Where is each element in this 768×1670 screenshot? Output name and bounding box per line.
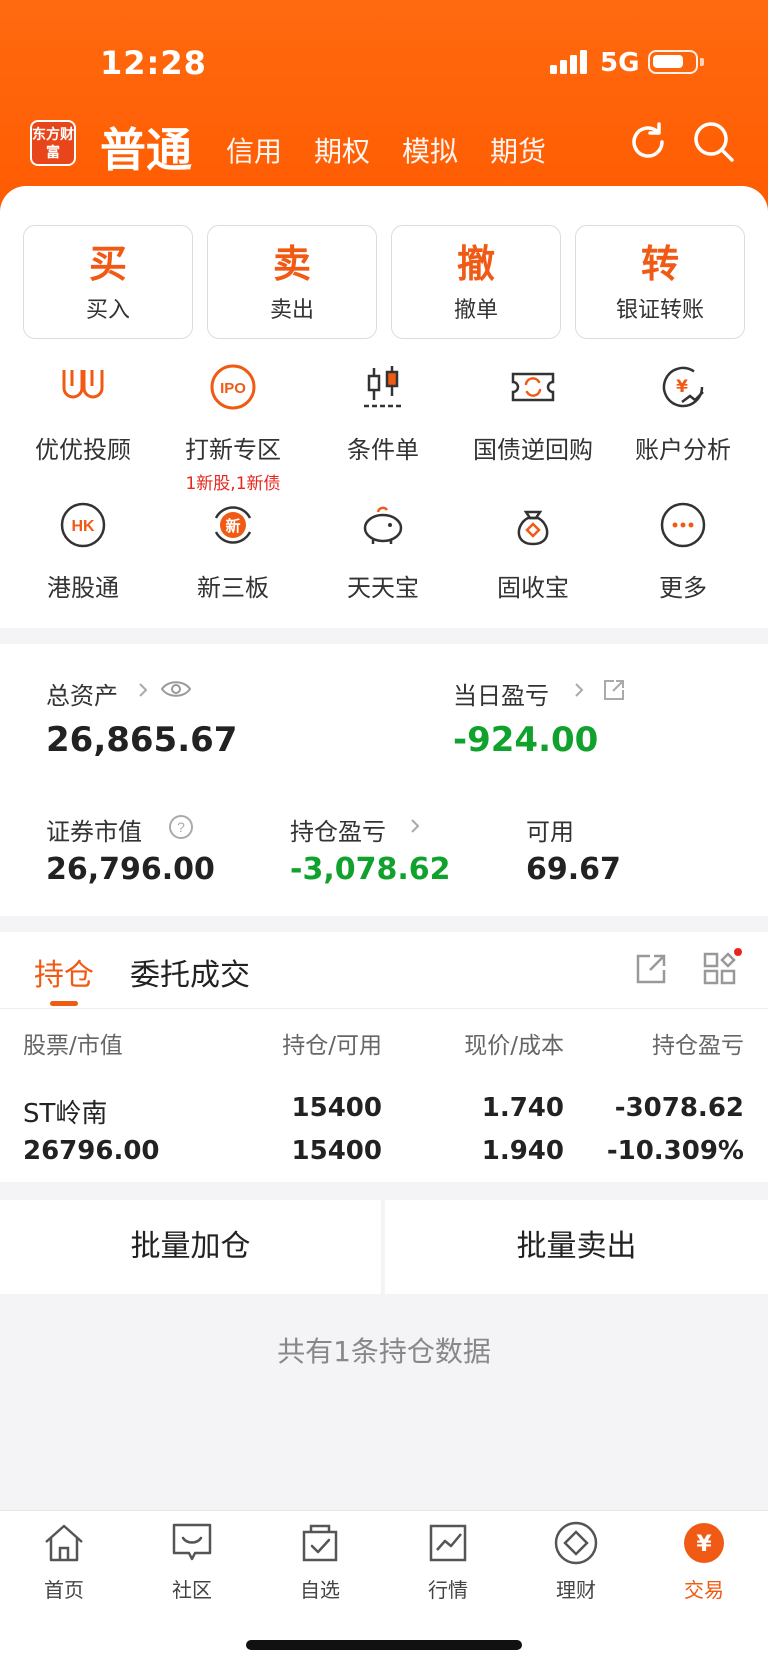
position-pl-label[interactable]: 持仓盈亏 bbox=[290, 812, 386, 847]
sell-button[interactable]: 卖卖出 bbox=[207, 225, 377, 339]
more-icon bbox=[660, 502, 706, 548]
tab-positions[interactable]: 持仓 bbox=[34, 950, 94, 994]
daily-pl-label[interactable]: 当日盈亏 bbox=[453, 676, 549, 711]
repo-icon bbox=[511, 372, 555, 402]
nav-home[interactable]: 首页 bbox=[14, 1520, 114, 1603]
battery-icon bbox=[648, 50, 704, 74]
svg-text:¥: ¥ bbox=[696, 1532, 712, 1557]
tab-normal-account[interactable]: 普通 bbox=[100, 114, 192, 180]
yen-chart-icon: ¥ bbox=[662, 366, 704, 408]
nav-watchlist[interactable]: 自选 bbox=[270, 1520, 370, 1603]
batch-sell-button[interactable]: 批量卖出 bbox=[385, 1200, 768, 1294]
eye-icon[interactable] bbox=[160, 678, 192, 700]
nav-trade[interactable]: ¥ 交易 bbox=[654, 1520, 754, 1603]
hk-icon: HK bbox=[60, 502, 106, 548]
col-position-available: 持仓/可用 bbox=[282, 1033, 382, 1059]
daily-pl-value: -924.00 bbox=[453, 720, 599, 760]
service-account-analysis[interactable]: ¥ 账户分析 bbox=[608, 362, 758, 465]
buy-button[interactable]: 买买入 bbox=[23, 225, 193, 339]
tab-simulation[interactable]: 模拟 bbox=[402, 130, 458, 170]
service-new-board[interactable]: 新 新三板 bbox=[158, 500, 308, 603]
chevron-right-icon bbox=[139, 683, 148, 697]
total-assets-label[interactable]: 总资产 bbox=[46, 676, 118, 711]
stock-name: ST岭南 bbox=[23, 1099, 108, 1129]
col-position-pl: 持仓盈亏 bbox=[652, 1033, 744, 1059]
new-board-icon: 新 bbox=[214, 506, 252, 544]
network-label: 5G bbox=[600, 48, 640, 78]
signal-icon bbox=[550, 50, 590, 74]
svg-text:?: ? bbox=[177, 819, 185, 835]
available-value: 69.67 bbox=[526, 852, 621, 887]
cancel-order-button[interactable]: 撤撤单 bbox=[391, 225, 561, 339]
holdings-summary: 共有1条持仓数据 bbox=[277, 1335, 491, 1368]
svg-text:IPO: IPO bbox=[220, 380, 246, 397]
service-hk-connect[interactable]: HK 港股通 bbox=[8, 500, 158, 603]
piggy-bank-icon bbox=[363, 506, 403, 544]
cost-price: 1.940 bbox=[481, 1136, 564, 1166]
position-pl-value: -3,078.62 bbox=[290, 852, 451, 887]
market-value: 26,796.00 bbox=[46, 852, 215, 887]
youyou-icon bbox=[62, 370, 104, 399]
grid-settings-icon[interactable] bbox=[702, 948, 742, 988]
svg-text:¥: ¥ bbox=[676, 377, 688, 397]
external-link-icon[interactable] bbox=[602, 678, 626, 702]
nav-market[interactable]: 行情 bbox=[398, 1520, 498, 1603]
share-icon[interactable] bbox=[634, 952, 668, 986]
service-reverse-repo[interactable]: 国债逆回购 bbox=[458, 362, 608, 465]
candlestick-icon bbox=[364, 366, 402, 408]
market-icon bbox=[429, 1524, 467, 1562]
app-logo: 东方财富 bbox=[30, 120, 76, 166]
service-conditional-order[interactable]: 条件单 bbox=[308, 362, 458, 465]
status-bar: 12:28 5G bbox=[0, 0, 768, 110]
position-pl: -3078.62 bbox=[614, 1093, 744, 1123]
home-indicator bbox=[246, 1640, 522, 1650]
tab-indicator bbox=[50, 1001, 78, 1006]
chevron-right-icon bbox=[575, 683, 584, 697]
service-ipo[interactable]: IPO 打新专区 1新股,1新债 bbox=[158, 362, 308, 494]
batch-add-button[interactable]: 批量加仓 bbox=[0, 1200, 381, 1294]
money-bag-icon bbox=[517, 510, 549, 546]
position-pl-pct: -10.309% bbox=[606, 1136, 744, 1166]
home-icon bbox=[45, 1524, 83, 1562]
available-qty: 15400 bbox=[291, 1136, 382, 1166]
search-icon[interactable] bbox=[692, 120, 736, 164]
nav-community[interactable]: 社区 bbox=[142, 1520, 242, 1603]
tab-credit[interactable]: 信用 bbox=[226, 130, 282, 170]
service-tiantianbao[interactable]: 天天宝 bbox=[308, 500, 458, 603]
stock-market-value: 26796.00 bbox=[23, 1136, 160, 1166]
total-assets-value: 26,865.67 bbox=[46, 720, 238, 760]
current-price: 1.740 bbox=[481, 1093, 564, 1123]
col-stock-value: 股票/市值 bbox=[23, 1033, 123, 1059]
col-price-cost: 现价/成本 bbox=[464, 1033, 564, 1059]
help-icon[interactable]: ? bbox=[168, 814, 194, 840]
ipo-badge-text: 1新股,1新债 bbox=[185, 474, 281, 494]
market-value-label: 证券市值 bbox=[46, 818, 142, 846]
service-gushoubao[interactable]: 固收宝 bbox=[458, 500, 608, 603]
nav-finance[interactable]: 理财 bbox=[526, 1520, 626, 1603]
available-label: 可用 bbox=[526, 818, 574, 846]
watchlist-icon bbox=[302, 1524, 338, 1562]
trade-icon: ¥ bbox=[684, 1523, 724, 1563]
finance-icon bbox=[554, 1521, 598, 1565]
service-youyou[interactable]: 优优投顾 bbox=[8, 362, 158, 465]
bank-transfer-button[interactable]: 转银证转账 bbox=[575, 225, 745, 339]
service-more[interactable]: 更多 bbox=[608, 500, 758, 603]
ipo-icon: IPO bbox=[210, 364, 256, 410]
community-icon bbox=[172, 1523, 212, 1561]
divider bbox=[0, 1008, 768, 1009]
svg-text:新: 新 bbox=[225, 517, 240, 535]
chevron-right-icon bbox=[411, 819, 420, 833]
svg-text:HK: HK bbox=[71, 518, 95, 535]
refresh-icon[interactable] bbox=[626, 120, 670, 164]
tab-futures[interactable]: 期货 bbox=[490, 130, 546, 170]
status-time: 12:28 bbox=[100, 44, 207, 82]
tab-orders-trades[interactable]: 委托成交 bbox=[130, 950, 250, 994]
tab-options[interactable]: 期权 bbox=[314, 130, 370, 170]
position-qty: 15400 bbox=[291, 1093, 382, 1123]
